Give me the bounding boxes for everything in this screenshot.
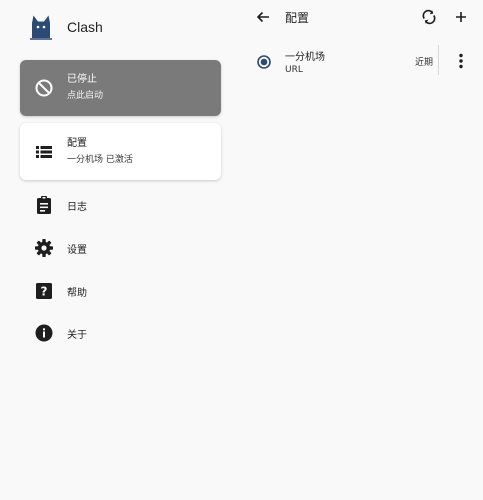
info-icon [34, 323, 54, 343]
config-card[interactable]: 配置 一分机场 已激活 [20, 123, 221, 180]
help-icon: ? [34, 281, 54, 301]
config-title: 配置 [67, 137, 87, 149]
nav-item-about[interactable]: 关于 [20, 315, 221, 351]
top-app-bar: 配置 [240, 0, 483, 36]
app-title: Clash [67, 19, 103, 35]
status-title: 已停止 [67, 74, 97, 85]
profile-list-item[interactable]: 一分机场 URL 近期 [240, 41, 483, 81]
nav-label-about: 关于 [67, 329, 87, 341]
svg-text:?: ? [41, 285, 48, 299]
nav-label-settings: 设置 [67, 244, 87, 256]
arrow-back-icon[interactable] [251, 5, 275, 29]
status-subtitle: 点此启动 [67, 91, 104, 101]
config-subtitle: 一分机场 已激活 [67, 154, 133, 165]
status-card[interactable]: 已停止 点此启动 [20, 60, 221, 116]
profiles-pane: 配置 一分机场 URL 近期 [240, 0, 483, 500]
radio-selected-icon[interactable] [257, 54, 271, 69]
divider [438, 45, 439, 75]
cat-icon [28, 14, 54, 40]
nav-item-help[interactable]: ? 帮助 [20, 273, 221, 309]
profile-type: URL [285, 65, 303, 75]
app-brand: Clash [28, 12, 103, 42]
more-vert-icon[interactable] [450, 49, 472, 73]
gear-icon [34, 238, 54, 258]
app-window: Clash 已停止 点此启动 配置 一分机场 已激活 日志 设置 ? 帮助 关于… [0, 0, 483, 500]
sync-icon[interactable] [417, 5, 441, 29]
nav-label-logs: 日志 [67, 201, 87, 213]
clipboard-icon [34, 195, 54, 215]
nav-item-logs[interactable]: 日志 [20, 187, 221, 223]
list-icon [34, 142, 54, 162]
main-menu-pane: Clash 已停止 点此启动 配置 一分机场 已激活 日志 设置 ? 帮助 关于 [0, 0, 240, 500]
page-title: 配置 [285, 11, 310, 25]
nav-item-settings[interactable]: 设置 [20, 230, 221, 266]
profile-name: 一分机场 [285, 52, 325, 63]
profile-updated: 近期 [415, 58, 434, 68]
block-icon [34, 78, 54, 98]
nav-label-help: 帮助 [67, 287, 87, 299]
plus-icon[interactable] [449, 5, 473, 29]
